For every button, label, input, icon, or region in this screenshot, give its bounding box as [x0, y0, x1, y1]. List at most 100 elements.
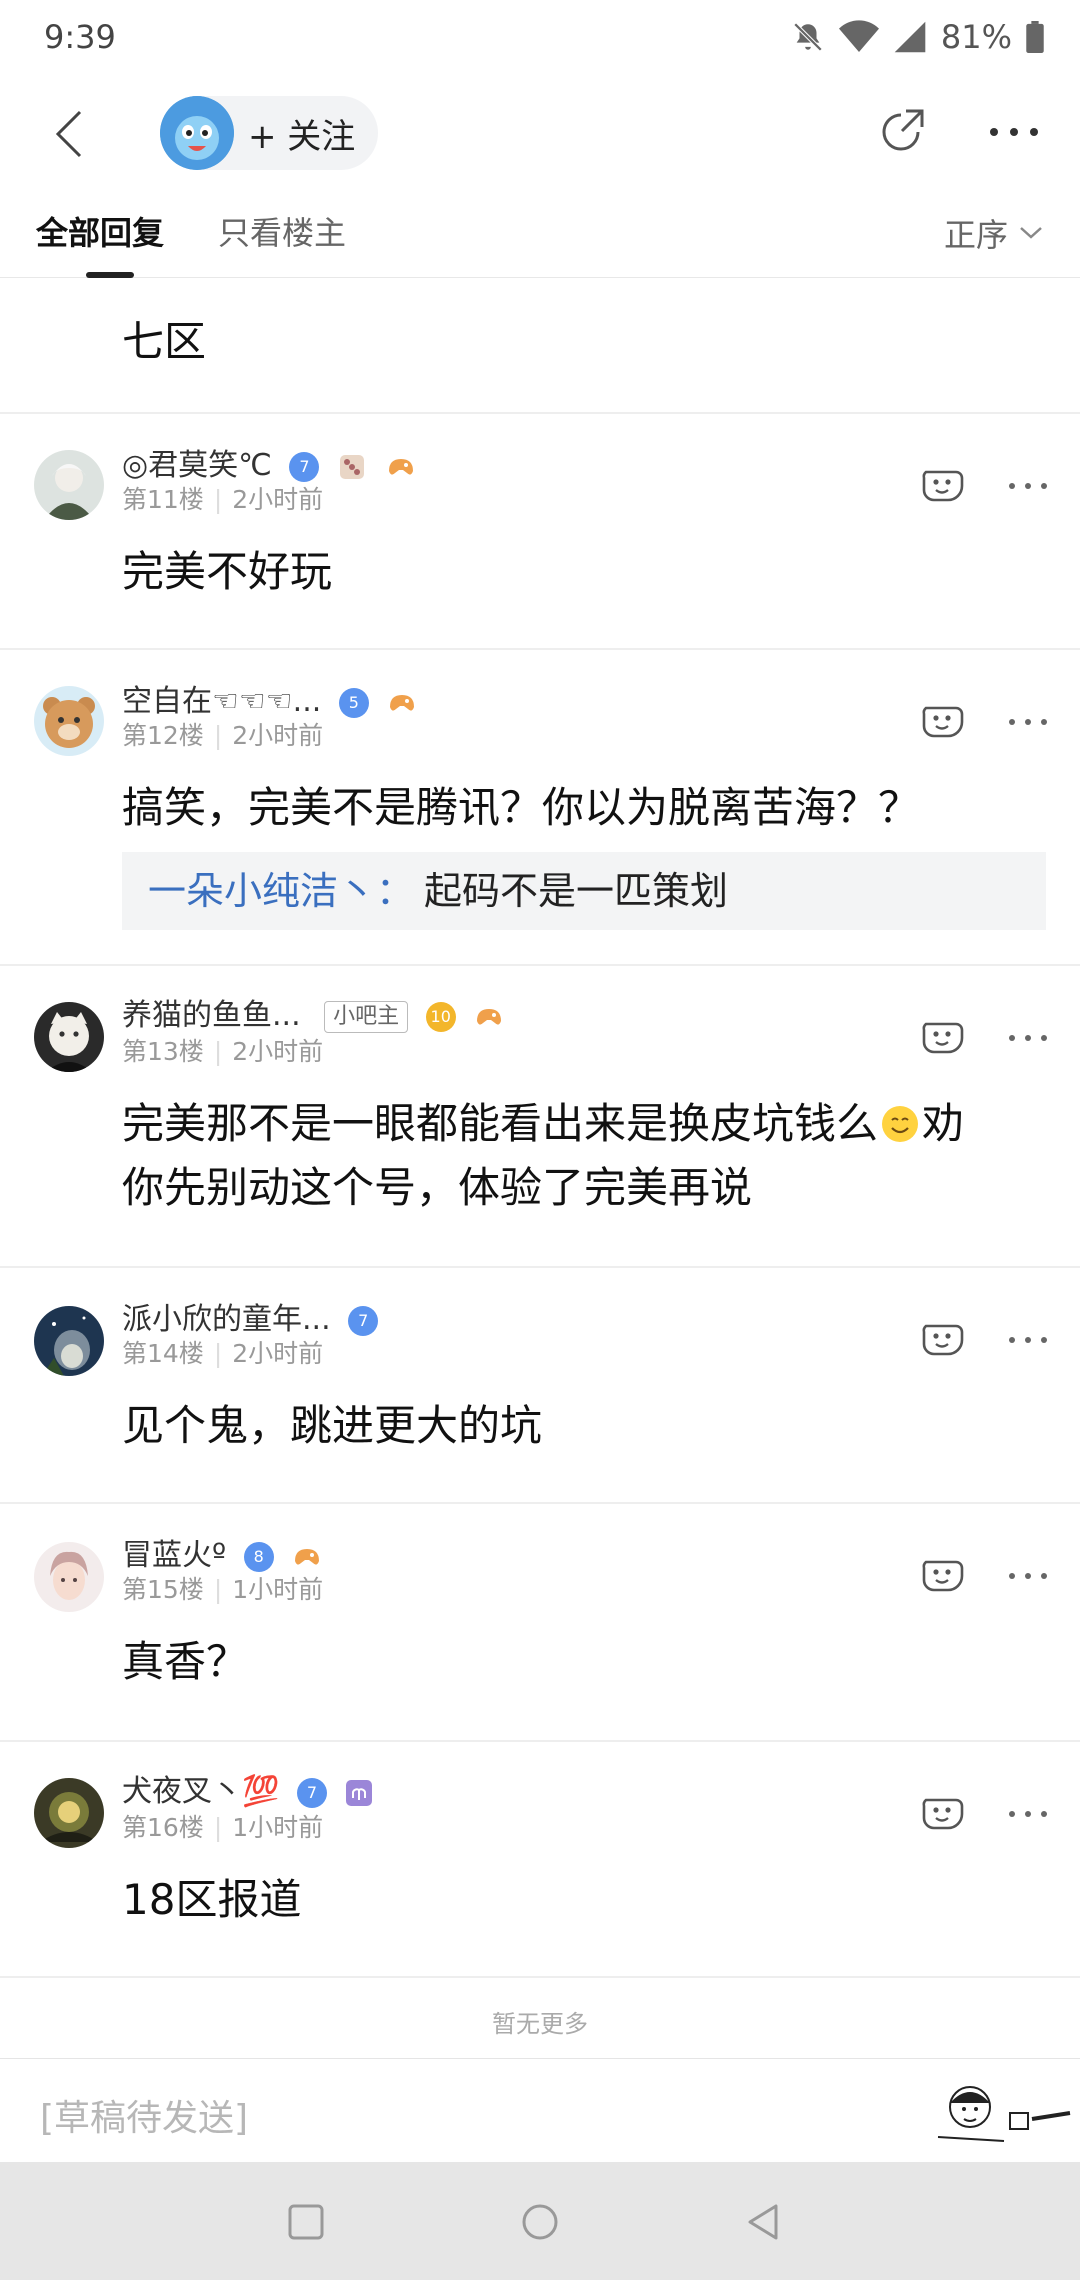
- header: + 关注: [0, 80, 1080, 190]
- quote-text: 起码不是一匹策划: [424, 869, 729, 913]
- moderator-tag: 小吧主: [324, 1000, 409, 1033]
- content-line-1: 完美那不是一眼都能看出来是换皮坑钱么: [122, 1099, 879, 1148]
- reply-post: ◎君莫笑℃ 7 第11楼 | 2小时前 完美不好玩: [0, 414, 1080, 650]
- avatar[interactable]: [34, 1542, 104, 1612]
- tab-all-replies[interactable]: 全部回复: [36, 208, 164, 254]
- reply-face-icon[interactable]: [916, 1012, 966, 1062]
- draft-placeholder[interactable]: [草稿待发送]: [40, 2089, 248, 2141]
- username-row: 犬夜叉丶💯 7: [122, 1766, 374, 1810]
- tab-op-only[interactable]: 只看楼主: [218, 208, 346, 254]
- username-row: 空自在☜☜☜... 5: [122, 676, 418, 720]
- sort-label: 正序: [943, 216, 1008, 254]
- post-more-dots-icon[interactable]: [1006, 712, 1050, 732]
- status-bar: 9:39 81%: [0, 0, 1080, 80]
- post-more-dots-icon[interactable]: [1006, 1566, 1050, 1586]
- dice-badge-icon: [339, 454, 364, 479]
- post-content: 七区: [122, 317, 207, 366]
- square-icon[interactable]: [282, 2198, 330, 2246]
- post-meta: 第11楼 | 2小时前: [122, 485, 324, 514]
- sort-dropdown[interactable]: 正序: [944, 210, 1044, 256]
- reply-input-bar[interactable]: [草稿待发送]: [0, 2058, 1080, 2162]
- username-row: 冒蓝火º 8: [122, 1530, 323, 1574]
- avatar[interactable]: [34, 686, 104, 756]
- gamepad-badge-icon: [390, 694, 415, 711]
- quoted-reply[interactable]: 一朵小纯洁丶： 起码不是一匹策划: [122, 852, 1046, 930]
- reply-face-icon[interactable]: [916, 460, 966, 510]
- gamepad-badge-icon: [477, 1008, 502, 1025]
- post-time: 2小时前: [232, 485, 324, 514]
- content-line-2: 你先别动这个号，体验了完美再说: [122, 1163, 753, 1212]
- post-time: 2小时前: [232, 721, 324, 750]
- reply-face-icon[interactable]: [916, 1788, 966, 1838]
- level-badge: 10: [425, 1001, 456, 1032]
- post-meta: 第14楼 | 2小时前: [122, 1339, 324, 1368]
- post-time: 1小时前: [232, 1575, 324, 1604]
- reply-face-icon[interactable]: [916, 1550, 966, 1600]
- floor-number: 第11楼: [122, 485, 204, 514]
- post-content: 真香？: [122, 1637, 249, 1686]
- reply-post: 养猫的鱼鱼... 小吧主 10 第13楼 | 2小时前 完美那不是一眼都能看出来是换…: [0, 966, 1080, 1268]
- chevron-down-icon: [1020, 227, 1042, 239]
- quote-username[interactable]: 一朵小纯洁丶：: [148, 869, 414, 913]
- post-time: 2小时前: [232, 1037, 324, 1066]
- floor-number: 第13楼: [122, 1037, 204, 1066]
- circle-icon[interactable]: [516, 2198, 564, 2246]
- no-more-label: 暂无更多: [492, 2010, 588, 2038]
- username[interactable]: ◎君莫笑℃: [122, 448, 272, 483]
- post-more-dots-icon[interactable]: [1006, 1028, 1050, 1048]
- username-row: 养猫的鱼鱼... 小吧主 10: [122, 990, 505, 1034]
- smile-emoji-icon: [882, 1106, 919, 1142]
- post-more-dots-icon[interactable]: [1006, 1804, 1050, 1824]
- signal-icon: [894, 21, 926, 53]
- reply-face-icon[interactable]: [916, 1314, 966, 1364]
- post-time: 2小时前: [232, 1339, 324, 1368]
- username[interactable]: 养猫的鱼鱼...: [122, 998, 301, 1033]
- floor-number: 第15楼: [122, 1575, 204, 1604]
- forum-avatar: [160, 96, 234, 170]
- floor-number: 第12楼: [122, 721, 204, 750]
- post-meta: 第16楼 | 1小时前: [122, 1813, 324, 1842]
- post-content: 完美那不是一眼都能看出来是换皮坑钱么劝 你先别动这个号，体验了完美再说: [122, 1092, 1042, 1220]
- post-content: 完美不好玩: [122, 547, 333, 596]
- username[interactable]: 冒蓝火º: [122, 1538, 226, 1573]
- username-row: 派小欣的童年... 7: [122, 1294, 379, 1338]
- mute-bell-icon: [793, 22, 823, 52]
- avatar[interactable]: [34, 1778, 104, 1848]
- username[interactable]: 犬夜叉丶💯: [122, 1774, 279, 1809]
- post-meta: 第12楼 | 2小时前: [122, 721, 324, 750]
- status-icons: 81%: [791, 18, 1044, 56]
- reply-tabs: 全部回复 只看楼主 正序: [0, 190, 1080, 278]
- battery-percent: 81%: [940, 18, 1012, 56]
- reply-post: 冒蓝火º 8 第15楼 | 1小时前 真香？: [0, 1504, 1080, 1742]
- post-content: 18区报道: [122, 1875, 302, 1924]
- clock: 9:39: [44, 18, 116, 56]
- avatar[interactable]: [34, 450, 104, 520]
- follow-label: + 关注: [248, 116, 356, 157]
- reply-post: 派小欣的童年... 7 第14楼 | 2小时前 见个鬼，跳进更大的坑: [0, 1268, 1080, 1504]
- level-badge: 8: [243, 1541, 274, 1572]
- post-content: 搞笑，完美不是腾讯？你以为脱离苦海？？: [122, 783, 921, 832]
- post-more-dots-icon[interactable]: [1006, 1330, 1050, 1350]
- username[interactable]: 派小欣的童年...: [122, 1302, 331, 1337]
- wifi-icon: [838, 20, 879, 52]
- reply-face-icon[interactable]: [916, 696, 966, 746]
- avatar[interactable]: [34, 1002, 104, 1072]
- gamepad-badge-icon: [295, 1548, 320, 1565]
- triangle-back-icon[interactable]: [740, 2198, 788, 2246]
- username-row: ◎君莫笑℃ 7: [122, 440, 417, 484]
- floor-number: 第14楼: [122, 1339, 204, 1368]
- post-more-dots-icon[interactable]: [1006, 476, 1050, 496]
- reply-post: 七区: [0, 278, 1080, 414]
- sticker-emoji-icon[interactable]: [924, 2079, 1074, 2155]
- level-badge: 7: [296, 1777, 327, 1808]
- reply-post: 犬夜叉丶💯 7 第16楼 | 1小时前 18区报道: [0, 1742, 1080, 1978]
- content-line-1-end: 劝: [922, 1099, 965, 1148]
- more-dots-icon[interactable]: [984, 106, 1044, 166]
- follow-button[interactable]: + 关注: [160, 96, 378, 170]
- share-icon[interactable]: [872, 102, 932, 162]
- tab-underline: [86, 272, 134, 278]
- back-chevron-icon[interactable]: [40, 102, 104, 166]
- username[interactable]: 空自在☜☜☜...: [122, 684, 321, 719]
- avatar[interactable]: [34, 1306, 104, 1376]
- reply-post: 空自在☜☜☜... 5 第12楼 | 2小时前 搞笑，完美不是腾讯？你以为脱离苦海？…: [0, 650, 1080, 966]
